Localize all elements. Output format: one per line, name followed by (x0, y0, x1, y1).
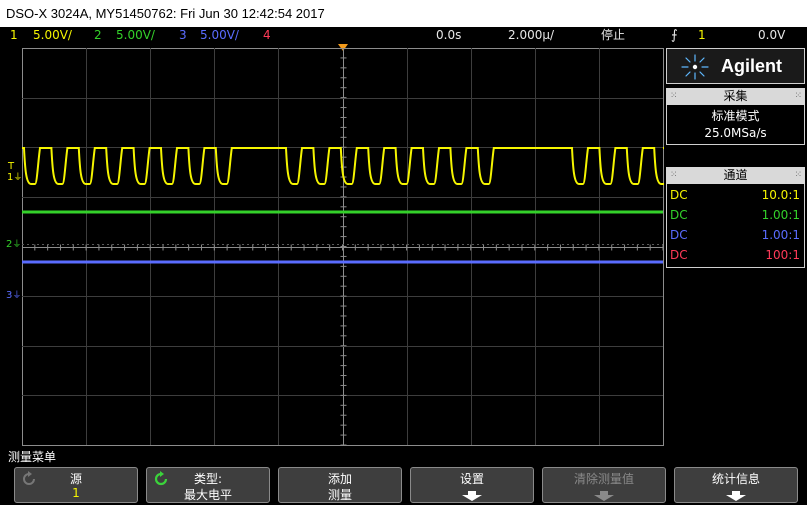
ground-icon: ⏚ (12, 240, 22, 250)
side-panel: Agilent ⁙ 采集 ⁙ 标准模式 25.0MSa/s ⁙ 通道 ⁙ DC … (666, 48, 805, 268)
trigger-level-marker[interactable]: T (8, 162, 14, 172)
channel-row-3[interactable]: DC 1.00:1 (667, 225, 804, 245)
probe-ratio: 10.0:1 (761, 188, 800, 202)
softkey-value: 最大电平 (183, 488, 232, 502)
acquisition-panel: 标准模式 25.0MSa/s (666, 105, 805, 145)
agilent-spark-logo (681, 54, 709, 80)
softkey-label: 类型: (193, 472, 223, 486)
drag-grip-icon: ⁙ (794, 91, 801, 101)
ch2-scale[interactable]: 5.00V/ (116, 27, 155, 44)
probe-ratio: 100:1 (765, 248, 800, 262)
coupling: DC (670, 228, 688, 242)
submenu-arrow-icon (462, 491, 482, 501)
softkey-value: 1 (72, 486, 80, 500)
timebase-readout[interactable]: 2.000µ/ (508, 27, 554, 44)
softkey-value: 测量 (327, 488, 352, 502)
coupling: DC (670, 188, 688, 202)
ground-icon: ⏚ (13, 173, 23, 183)
drag-grip-icon: ⁙ (670, 170, 677, 180)
ground-icon: ⏚ (12, 291, 22, 301)
trigger-source: 1 (698, 28, 706, 42)
channels-title: 通道 (723, 168, 748, 182)
softkey-clear-measurements[interactable]: 清除测量值 (542, 467, 666, 503)
softkey-label: 清除测量值 (573, 472, 634, 486)
ch3-number[interactable]: 3 (179, 27, 187, 44)
brand-box: Agilent (666, 48, 805, 84)
coupling: DC (670, 248, 688, 262)
run-state: 停止 (601, 28, 626, 42)
ch4-number[interactable]: 4 (263, 27, 271, 44)
drag-grip-icon: ⁙ (670, 91, 677, 101)
channel-row-1[interactable]: DC 10.0:1 (667, 185, 804, 205)
menu-title: 测量菜单 (8, 450, 57, 464)
softkey-label: 添加 (327, 472, 352, 486)
ch3-scale[interactable]: 5.00V/ (200, 27, 239, 44)
ch1-ground-marker[interactable]: 1⏚ (7, 173, 23, 184)
softkey-source[interactable]: 源 1 (14, 467, 138, 503)
submenu-arrow-icon (726, 491, 746, 501)
softkey-add-measurement[interactable]: 添加 测量 (278, 467, 402, 503)
submenu-arrow-icon (594, 491, 614, 501)
ch1-scale[interactable]: 5.00V/ (33, 27, 72, 44)
softkey-label: 设置 (459, 472, 484, 486)
drag-grip-icon: ⁙ (794, 170, 801, 180)
acquisition-header[interactable]: ⁙ 采集 ⁙ (666, 88, 805, 105)
channels-panel: DC 10.0:1 DC 1.00:1 DC 1.00:1 DC 100:1 (666, 184, 805, 268)
coupling: DC (670, 208, 688, 222)
brand-name: Agilent (721, 56, 782, 76)
ch2-number[interactable]: 2 (94, 27, 102, 44)
waveform-display[interactable] (22, 48, 664, 446)
delay-readout: 0.0s (436, 28, 462, 42)
softkey-label: 源 (69, 472, 82, 486)
probe-ratio: 1.00:1 (761, 208, 800, 222)
window-title: DSO-X 3024A, MY51450762: Fri Jun 30 12:4… (0, 0, 807, 27)
softkey-type[interactable]: 类型: 最大电平 (146, 467, 270, 503)
acquisition-title: 采集 (723, 89, 748, 103)
probe-ratio: 1.00:1 (761, 228, 800, 242)
channel-row-4[interactable]: DC 100:1 (667, 245, 804, 265)
ch1-number[interactable]: 1 (10, 27, 18, 44)
ch2-ground-marker[interactable]: 2⏚ (6, 240, 22, 251)
sample-rate: 25.0MSa/s (704, 126, 767, 140)
ch3-ground-marker[interactable]: 3⏚ (6, 291, 22, 302)
trigger-edge-icon: ⨍ (671, 28, 678, 43)
softkey-settings[interactable]: 设置 (410, 467, 534, 503)
status-bar: 1 5.00V/ 2 5.00V/ 3 5.00V/ 4 0.0s 2.000µ… (0, 27, 807, 44)
channel-row-2[interactable]: DC 1.00:1 (667, 205, 804, 225)
channels-header[interactable]: ⁙ 通道 ⁙ (666, 167, 805, 184)
trigger-level: 0.0V (758, 28, 786, 42)
acquisition-mode: 标准模式 (711, 109, 760, 123)
softkey-label: 统计信息 (711, 472, 760, 486)
softkey-statistics[interactable]: 统计信息 (674, 467, 798, 503)
